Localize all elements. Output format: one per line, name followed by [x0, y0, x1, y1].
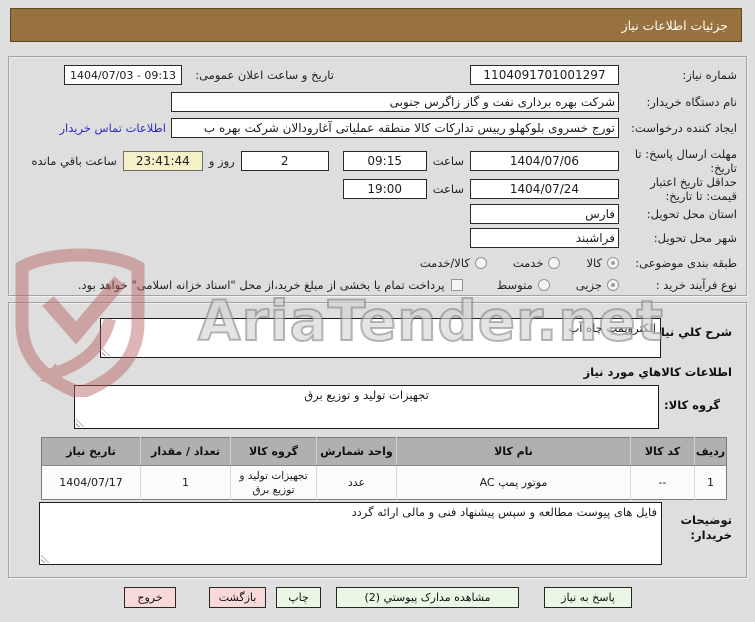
row-purchase-process: نوع فرآیند خرید : جزیی متوسط پرداخت تمام…	[17, 275, 737, 295]
countdown-timer: 23:41:44	[122, 151, 203, 171]
radio-service[interactable]	[548, 257, 561, 269]
delivery-city-label: شهر محل تحویل:	[653, 231, 737, 245]
subject-classification-label: طبقه بندی موضوعی:	[635, 256, 737, 270]
col-item-code: کد کالا	[630, 437, 695, 466]
purchase-process-label: نوع فرآیند خرید :	[655, 278, 737, 292]
cell-item-code: --	[630, 465, 695, 500]
need-number-label: شماره نیاز:	[682, 68, 737, 82]
exit-button[interactable]: خروج	[124, 587, 176, 608]
reply-to-need-button[interactable]: پاسخ به نیاز	[544, 587, 632, 608]
col-item-name: نام کالا	[396, 437, 631, 466]
cell-goods-group: تجهیزات تولید و توزیع برق	[230, 465, 317, 500]
col-goods-group: گروه کالا	[230, 437, 317, 466]
general-description-text: الکتروپمپ چاه آب	[568, 321, 656, 335]
resize-handle-icon[interactable]	[76, 418, 85, 427]
delivery-province-label: استان محل تحویل:	[646, 207, 737, 221]
radio-minor-label: جزیی	[575, 278, 602, 292]
buyer-contact-link[interactable]: اطلاعات تماس خریدار	[59, 121, 166, 135]
response-deadline-date-field[interactable]: 1404/07/06	[470, 151, 619, 171]
radio-goods[interactable]	[607, 257, 619, 269]
goods-group-label: گروه کالا:	[664, 398, 720, 412]
price-validity-label: حداقل تاریخ اعتبار قیمت: تا تاریخ:	[650, 175, 737, 203]
general-description-label: شرح کلي نیاز:	[649, 325, 732, 339]
buyer-org-field[interactable]: شرکت بهره برداری نفت و گاز زاگرس جنوبی	[171, 92, 619, 112]
col-unit: واحد شمارش	[316, 437, 397, 466]
radio-medium-label: متوسط	[496, 278, 533, 292]
need-details-groupbox: شرح کلي نیاز: الکتروپمپ چاه آب اطلاعات ک…	[8, 302, 747, 578]
delivery-city-field[interactable]: فراشبند	[470, 228, 619, 248]
general-description-textarea[interactable]: الکتروپمپ چاه آب	[100, 318, 661, 358]
row-delivery-province: استان محل تحویل: فارس	[17, 203, 737, 225]
col-need-date: تاریخ نیاز	[41, 437, 141, 466]
cell-need-date: 1404/07/17	[59, 475, 123, 489]
cell-unit: عدد	[316, 465, 397, 500]
response-deadline-hour-label: ساعت	[432, 154, 464, 168]
radio-medium[interactable]	[537, 279, 550, 291]
radio-goods-label: کالا	[586, 256, 602, 270]
row-buyer-org: نام دستگاه خریدار: شرکت بهره برداری نفت …	[17, 91, 737, 113]
remaining-suffix-label: ساعت باقي مانده	[31, 154, 117, 168]
cell-row-number: 1	[694, 465, 727, 500]
buyer-notes-text: فایل های پیوست مطالعه و سپس پیشنهاد فنی …	[351, 505, 657, 519]
table-row: 1 -- موتور پمپ AC عدد تجهیزات تولید و تو…	[42, 465, 727, 500]
response-deadline-time-field[interactable]: 09:15	[342, 151, 427, 171]
price-validity-time-field[interactable]: 19:00	[342, 179, 427, 199]
items-table: ردیف کد کالا نام کالا واحد شمارش گروه کا…	[41, 437, 727, 500]
items-table-header-row: ردیف کد کالا نام کالا واحد شمارش گروه کا…	[41, 437, 727, 466]
buyer-notes-label: توضیحات خریدار:	[680, 513, 733, 542]
view-attachments-button[interactable]: مشاهده مدارک پیوستي (2)	[336, 587, 519, 608]
delivery-province-field[interactable]: فارس	[470, 204, 619, 224]
cell-quantity: 1	[140, 465, 231, 500]
row-request-creator: ایجاد کننده درخواست: تورج خسروی بلوکهلو …	[17, 117, 737, 139]
radio-minor[interactable]	[607, 279, 619, 291]
announcement-label: تاریخ و ساعت اعلان عمومی:	[195, 68, 334, 82]
goods-group-textarea[interactable]: تجهیزات تولید و توزیع برق	[74, 385, 659, 429]
items-section-heading: اطلاعات کالاهاي مورد نیاز	[583, 365, 732, 379]
buyer-notes-textarea[interactable]: فایل های پیوست مطالعه و سپس پیشنهاد فنی …	[39, 502, 662, 565]
need-number-field[interactable]: 1104091701001297	[470, 65, 619, 85]
tender-details-page: { "title": "جزئیات اطلاعات نیاز", "water…	[0, 0, 755, 622]
buyer-org-label: نام دستگاه خریدار:	[646, 95, 737, 109]
resize-handle-icon[interactable]	[41, 554, 50, 563]
treasury-note-label: پرداخت تمام یا بخشی از مبلغ خرید،از محل …	[77, 278, 445, 292]
goods-group-text: تجهیزات تولید و توزیع برق	[304, 388, 429, 402]
treasury-checkbox[interactable]	[450, 279, 463, 291]
footer-button-bar: پاسخ به نیاز مشاهده مدارک پیوستي (2) چاپ…	[0, 587, 755, 608]
cell-item-name: موتور پمپ AC	[396, 465, 631, 500]
days-suffix-label: روز و	[208, 154, 235, 168]
radio-goods-service-label: کالا/خدمت	[419, 256, 470, 270]
announcement-field[interactable]: 1404/07/03 - 09:13	[64, 65, 182, 85]
row-subject-classification: طبقه بندی موضوعی: کالا خدمت کالا/خدمت	[17, 253, 737, 273]
row-need-number: شماره نیاز: 1104091701001297 تاریخ و ساع…	[17, 64, 737, 86]
price-validity-date-field[interactable]: 1404/07/24	[470, 179, 619, 199]
page-title: جزئیات اطلاعات نیاز	[10, 8, 742, 42]
remaining-days-field: 2	[240, 151, 329, 171]
request-creator-field[interactable]: تورج خسروی بلوکهلو رییس تدارکات کالا منط…	[171, 118, 619, 138]
col-row-number: ردیف	[694, 437, 727, 466]
price-validity-hour-label: ساعت	[432, 182, 464, 196]
radio-goods-service[interactable]	[474, 257, 487, 269]
resize-handle-icon[interactable]	[102, 347, 111, 356]
main-info-groupbox: شماره نیاز: 1104091701001297 تاریخ و ساع…	[8, 56, 747, 296]
back-button[interactable]: بازگشت	[209, 587, 266, 608]
radio-service-label: خدمت	[512, 256, 544, 270]
response-deadline-label: مهلت ارسال پاسخ: تا تاریخ:	[634, 147, 737, 175]
request-creator-label: ایجاد کننده درخواست:	[631, 121, 737, 135]
row-delivery-city: شهر محل تحویل: فراشبند	[17, 227, 737, 249]
col-quantity: تعداد / مقدار	[140, 437, 231, 466]
row-price-validity: حداقل تاریخ اعتبار قیمت: تا تاریخ: 1404/…	[17, 173, 737, 205]
print-button[interactable]: چاپ	[276, 587, 321, 608]
